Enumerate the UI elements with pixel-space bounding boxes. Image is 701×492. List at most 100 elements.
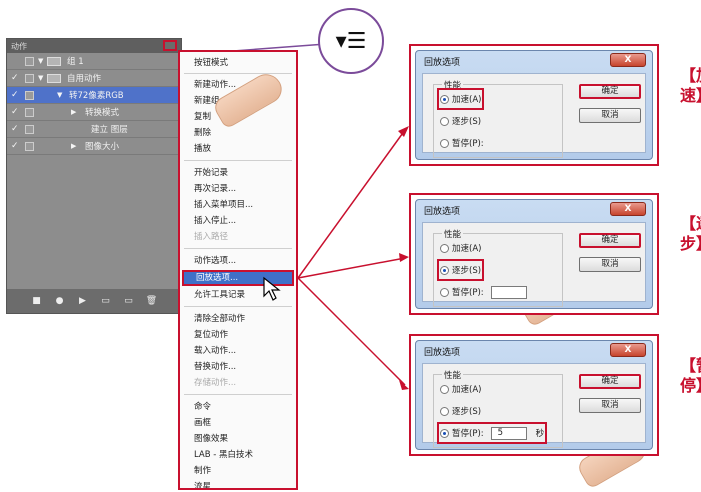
menu-item-commands[interactable]: 命令 [194, 400, 292, 414]
action-row-image-size[interactable]: ✓ ▶ 图像大小 [7, 138, 181, 155]
action-row-custom[interactable]: ✓ ▼ 自用动作 [7, 70, 181, 87]
check-icon[interactable]: ✓ [11, 73, 20, 83]
menu-separator [184, 73, 292, 74]
menu-item-insert-path: 插入路径 [194, 232, 229, 242]
menu-item-button-mode[interactable]: 按钮模式 [194, 56, 292, 70]
action-row-72rgb[interactable]: ✓ ▼ 转72像素RGB [7, 87, 181, 104]
action-label: 转换模式 [85, 108, 120, 118]
dialog-toggle-box[interactable] [25, 107, 34, 117]
cancel-button[interactable]: 取消 [579, 257, 641, 272]
record-icon[interactable]: ● [54, 296, 66, 306]
radio-icon[interactable] [440, 243, 449, 253]
performance-group: 性能 加速(A) 逐步(S) 暂停(P): 5 秒 [433, 369, 563, 448]
menu-item-reset-actions[interactable]: 复位动作 [194, 328, 292, 342]
ok-button[interactable]: 确定 [579, 374, 641, 389]
group-label: 性能 [442, 79, 464, 91]
radio-icon[interactable] [440, 406, 449, 416]
menu-item-replace-actions[interactable]: 替换动作... [194, 360, 292, 374]
panel-menu-button[interactable] [163, 40, 177, 51]
actions-panel: 动作 ▼ 组 1 ✓ ▼ 自用动作 ✓ ▼ 转72像素RGB ✓ ▶ 转换模式 [6, 38, 182, 314]
dialog-frame-pause: 回放选项 X 性能 加速(A) 逐步(S) 暂停(P): 5 秒 确定 取消 [409, 334, 659, 456]
close-button[interactable]: X [610, 343, 646, 357]
radio-icon[interactable] [440, 287, 449, 297]
radio-selected-icon[interactable] [440, 94, 449, 104]
expand-triangle-icon[interactable]: ▼ [38, 74, 43, 82]
dialog-toggle-box[interactable] [25, 56, 34, 66]
trash-icon[interactable]: 🗑 [146, 296, 158, 306]
radio-accelerate[interactable]: 加速(A) [436, 88, 485, 110]
menu-item-delete[interactable]: 删除 [194, 126, 292, 140]
menu-separator [184, 160, 292, 161]
menu-item-production[interactable]: 制作 [194, 464, 292, 478]
menu-item-meteor[interactable]: 流星 [194, 480, 292, 488]
cancel-button[interactable]: 取消 [579, 108, 641, 123]
radio-icon[interactable] [440, 384, 449, 394]
new-set-icon[interactable]: ▭ [100, 296, 112, 306]
expand-triangle-icon[interactable]: ▼ [38, 57, 43, 65]
performance-group: 性能 加速(A) 逐步(S) 暂停(P): [433, 228, 563, 307]
radio-label: 加速(A) [452, 244, 482, 254]
playback-options-dialog: 回放选项 X 性能 加速(A) 逐步(S) 暂停(P): 确定 取消 [415, 199, 653, 309]
action-row-group1[interactable]: ▼ 组 1 [7, 53, 181, 70]
menu-item-image-effects[interactable]: 图像效果 [194, 432, 292, 446]
menu-item-lab-bw[interactable]: LAB - 黑白技术 [194, 448, 292, 462]
group-label: 性能 [442, 228, 464, 240]
radio-accelerate[interactable]: 加速(A) [440, 240, 481, 256]
radio-accelerate[interactable]: 加速(A) [440, 381, 481, 397]
radio-pause[interactable]: 暂停(P): [440, 284, 527, 300]
radio-pause[interactable]: 暂停(P): 5 秒 [436, 422, 548, 444]
expand-triangle-icon[interactable]: ▶ [71, 108, 76, 116]
radio-label: 逐步(S) [452, 407, 482, 417]
radio-label: 逐步(S) [452, 117, 482, 127]
action-row-make-layer[interactable]: ✓ 建立 图层 [7, 121, 181, 138]
menu-item-frames[interactable]: 画框 [194, 416, 292, 430]
radio-icon[interactable] [440, 116, 449, 126]
cancel-button[interactable]: 取消 [579, 398, 641, 413]
dialog-toggle-box[interactable] [25, 73, 34, 83]
dialog-frame-accelerate: 回放选项 X 性能 加速(A) 逐步(S) 暂停(P): 确定 取消 [409, 44, 659, 166]
check-icon[interactable]: ✓ [11, 107, 20, 117]
dialog-toggle-box[interactable] [25, 124, 34, 134]
panel-tab-actions[interactable]: 动作 [11, 41, 27, 52]
performance-group: 性能 加速(A) 逐步(S) 暂停(P): [433, 79, 563, 158]
close-button[interactable]: X [610, 53, 646, 67]
play-icon[interactable]: ▶ [77, 296, 89, 306]
seconds-input[interactable] [490, 285, 527, 299]
radio-pause[interactable]: 暂停(P): [440, 135, 484, 151]
new-action-icon[interactable]: ▭ [123, 296, 135, 306]
playback-options-dialog: 回放选项 X 性能 加速(A) 逐步(S) 暂停(P): 确定 取消 [415, 50, 653, 160]
expand-triangle-icon[interactable]: ▶ [71, 142, 76, 150]
check-icon[interactable]: ✓ [11, 90, 20, 100]
radio-step[interactable]: 逐步(S) [440, 403, 481, 419]
radio-selected-icon[interactable] [440, 428, 449, 438]
ok-button[interactable]: 确定 [579, 84, 641, 99]
menu-item-insert-menu-item[interactable]: 插入菜单项目... [194, 198, 292, 212]
menu-item-save-actions: 存储动作... [194, 378, 237, 388]
radio-selected-icon[interactable] [440, 265, 449, 275]
action-row-convert-mode[interactable]: ✓ ▶ 转换模式 [7, 104, 181, 121]
radio-label: 加速(A) [452, 385, 482, 395]
check-icon[interactable]: ✓ [11, 141, 20, 151]
radio-icon[interactable] [440, 138, 449, 148]
expand-triangle-icon[interactable]: ▼ [57, 91, 62, 99]
menu-item-insert-stop[interactable]: 插入停止... [194, 214, 292, 228]
check-icon[interactable]: ✓ [11, 124, 20, 134]
radio-step[interactable]: 逐步(S) [436, 259, 485, 281]
dialog-toggle-box[interactable] [25, 141, 34, 151]
menu-icon-callout: ▾☰ [318, 8, 384, 74]
radio-step[interactable]: 逐步(S) [440, 113, 481, 129]
radio-label: 暂停(P): [452, 139, 484, 149]
menu-item-action-options[interactable]: 动作选项... [194, 254, 292, 268]
mouse-cursor-icon [263, 276, 281, 301]
menu-item-clear-all[interactable]: 清除全部动作 [194, 312, 292, 326]
menu-item-start-recording[interactable]: 开始记录 [194, 166, 292, 180]
menu-item-record-again[interactable]: 再次记录... [194, 182, 292, 196]
menu-item-play[interactable]: 播放 [194, 142, 292, 156]
playback-options-dialog: 回放选项 X 性能 加速(A) 逐步(S) 暂停(P): 5 秒 确定 取消 [415, 340, 653, 450]
dialog-toggle-box[interactable] [25, 90, 34, 100]
menu-item-load-actions[interactable]: 载入动作... [194, 344, 292, 358]
stop-icon[interactable]: ■ [31, 296, 43, 306]
close-button[interactable]: X [610, 202, 646, 216]
ok-button[interactable]: 确定 [579, 233, 641, 248]
seconds-input[interactable]: 5 [490, 426, 527, 440]
